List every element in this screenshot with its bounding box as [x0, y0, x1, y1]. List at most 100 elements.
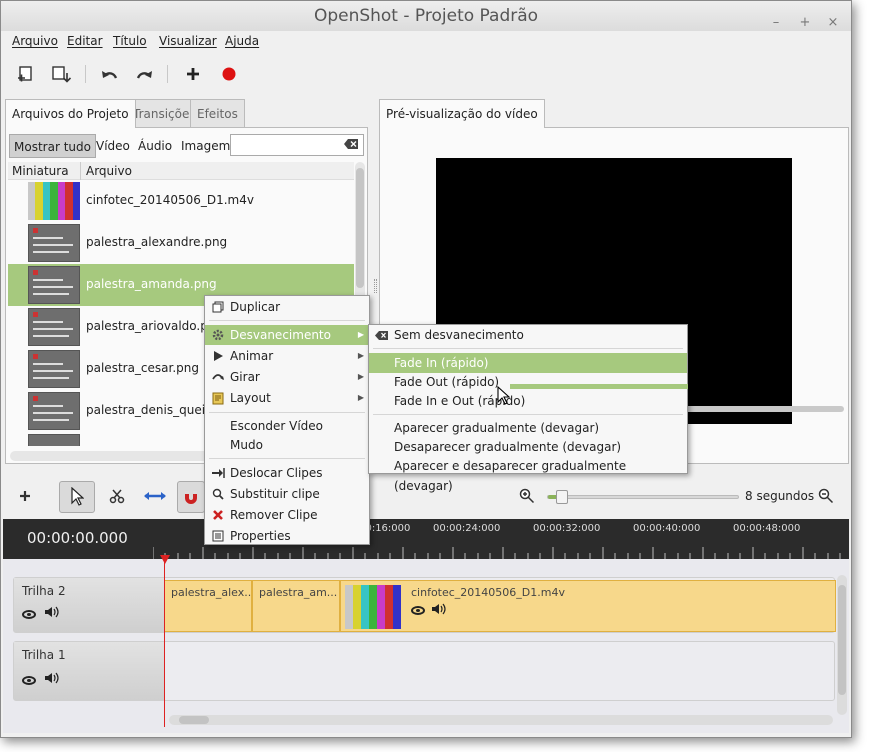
ruler-tick-label: 00:00:48:000	[733, 523, 801, 534]
tab-video-preview[interactable]: Pré-visualização do vídeo	[379, 99, 545, 128]
timeline-ruler[interactable]: 00:00:00.000 00:00:16:000 00:00:24:000 0…	[3, 519, 849, 559]
duplicate-icon	[211, 300, 225, 314]
remove-icon	[211, 508, 225, 522]
filter-audio[interactable]: Áudio	[134, 134, 176, 158]
playhead[interactable]	[164, 557, 165, 727]
menu-item-duplicate[interactable]: Duplicar	[205, 297, 369, 317]
menu-separator	[373, 414, 683, 415]
undo-icon[interactable]	[97, 63, 121, 85]
filter-show-all[interactable]: Mostrar tudo	[9, 134, 96, 158]
record-icon[interactable]	[217, 63, 241, 85]
toolbar-separator	[85, 65, 86, 83]
menu-item-properties[interactable]: Properties	[205, 526, 369, 546]
tab-effects[interactable]: Efeitos	[190, 99, 245, 127]
zoom-in-icon[interactable]	[515, 485, 539, 507]
menu-item-replace-clip[interactable]: Substituir clipe	[205, 484, 369, 504]
speaker-icon[interactable]	[44, 605, 60, 622]
menu-titulo[interactable]: Título	[113, 34, 147, 48]
eye-icon[interactable]	[411, 605, 425, 618]
import-files-icon[interactable]	[13, 63, 37, 85]
play-icon	[211, 349, 225, 363]
ruler-tick-label: 00:00:40:000	[633, 523, 701, 534]
menu-item-fade-in-out-slow[interactable]: Aparecer e desaparecer gradualmente (dev…	[369, 456, 687, 493]
menu-item-fade-in-fast[interactable]: Fade In (rápido)	[369, 353, 687, 373]
timeline-clip[interactable]: palestra_am...	[252, 580, 340, 632]
zoom-label: 8 segundos	[745, 489, 815, 503]
timecode-display: 00:00:00.000	[27, 529, 128, 547]
clip-label: cinfotec_20140506_D1.m4v	[411, 586, 565, 599]
redo-icon[interactable]	[133, 63, 157, 85]
zoom-out-icon[interactable]	[814, 485, 838, 507]
track-header: Trilha 1	[14, 642, 164, 700]
menu-item-fade-in-slow[interactable]: Aparecer gradualmente (devagar)	[369, 418, 687, 438]
layout-icon	[211, 391, 225, 405]
pointer-tool-icon[interactable]	[59, 481, 95, 513]
column-file[interactable]: Arquivo	[86, 164, 132, 178]
speaker-icon[interactable]	[431, 602, 447, 619]
menu-item-animate[interactable]: Animar ▶	[205, 346, 369, 366]
file-row[interactable]: cinfotec_20140506_D1.m4v	[8, 180, 354, 222]
menu-item-mute[interactable]: Mudo	[205, 435, 369, 455]
search-input[interactable]	[230, 134, 364, 156]
menu-ajuda[interactable]: Ajuda	[225, 34, 259, 48]
snapping-magnet-icon[interactable]	[177, 481, 205, 513]
main-toolbar	[1, 57, 851, 91]
filter-video[interactable]: Vídeo	[92, 134, 134, 158]
timeline: 00:00:00.000 00:00:16:000 00:00:24:000 0…	[3, 519, 849, 733]
track-name: Trilha 2	[22, 584, 66, 598]
eye-icon[interactable]	[22, 608, 36, 622]
track-row[interactable]: Trilha 1	[13, 641, 835, 701]
clear-search-icon[interactable]	[344, 138, 359, 153]
playhead-marker[interactable]	[160, 555, 170, 565]
menu-item-layout[interactable]: Layout ▶	[205, 388, 369, 408]
menu-arquivo[interactable]: Arquivo	[12, 34, 58, 48]
export-icon[interactable]	[49, 63, 73, 85]
menu-editar[interactable]: Editar	[67, 34, 103, 48]
clip-label: palestra_am...	[259, 586, 338, 599]
mouse-cursor-icon	[497, 386, 511, 405]
zoom-slider-handle[interactable]	[556, 490, 568, 504]
ruler-tick-label: 00:00:32:000	[533, 523, 601, 534]
menu-item-remove-clip[interactable]: Remover Clipe	[205, 505, 369, 525]
menu-item-hide-video[interactable]: Esconder Vídeo	[205, 416, 369, 436]
speaker-icon[interactable]	[44, 671, 60, 688]
search-icon	[211, 487, 225, 501]
title-bar: OpenShot - Projeto Padrão – + ×	[1, 1, 851, 31]
panel-splitter-handle[interactable]	[374, 279, 377, 293]
menu-item-rotate[interactable]: Girar ▶	[205, 367, 369, 387]
menu-separator	[209, 458, 365, 459]
track-row[interactable]: Trilha 2 palestra_alex... palestra_am...…	[13, 577, 836, 633]
timeline-horizontal-scrollbar[interactable]	[169, 715, 833, 725]
files-table-header: Miniatura Arquivo	[8, 162, 354, 180]
menu-item-fade-out-fast[interactable]: Fade Out (rápido)	[369, 372, 687, 392]
menu-item-fade-out-slow[interactable]: Desaparecer gradualmente (devagar)	[369, 437, 687, 457]
timeline-vertical-scrollbar[interactable]	[837, 575, 847, 715]
add-track-icon[interactable]	[13, 485, 37, 507]
resize-tool-icon[interactable]	[143, 485, 167, 507]
video-thumbnail	[28, 182, 80, 220]
add-track-icon[interactable]	[181, 63, 205, 85]
file-row[interactable]: palestra_alexandre.png	[8, 222, 354, 264]
window-title: OpenShot - Projeto Padrão	[313, 6, 539, 26]
filter-image[interactable]: Imagem	[177, 134, 234, 158]
menu-item-fade-in-out-fast[interactable]: Fade In e Out (rápido)	[369, 391, 687, 411]
gear-icon	[211, 328, 225, 342]
menu-item-fade[interactable]: Desvanecimento ▶	[205, 325, 369, 345]
zoom-slider[interactable]	[547, 490, 739, 504]
menu-item-no-fade[interactable]: Sem desvanecimento	[369, 325, 687, 345]
timeline-clip[interactable]: cinfotec_20140506_D1.m4v	[340, 580, 836, 632]
eye-icon[interactable]	[22, 674, 36, 688]
file-name: cinfotec_20140506_D1.m4v	[86, 193, 254, 207]
track-name: Trilha 1	[22, 648, 66, 662]
hover-highlight-trail	[510, 384, 688, 389]
menu-separator	[209, 320, 365, 321]
razor-tool-icon[interactable]	[105, 485, 129, 507]
timeline-clip[interactable]: palestra_alex...	[164, 580, 252, 632]
preview-seek-bar[interactable]	[680, 406, 844, 412]
tab-project-files[interactable]: Arquivos do Projeto	[5, 99, 136, 128]
menu-item-shift-clips[interactable]: Deslocar Clipes	[205, 463, 369, 483]
image-thumbnail	[28, 350, 80, 388]
column-thumbnail[interactable]: Miniatura	[12, 164, 69, 178]
image-thumbnail	[28, 308, 80, 346]
menu-visualizar[interactable]: Visualizar	[159, 34, 217, 48]
